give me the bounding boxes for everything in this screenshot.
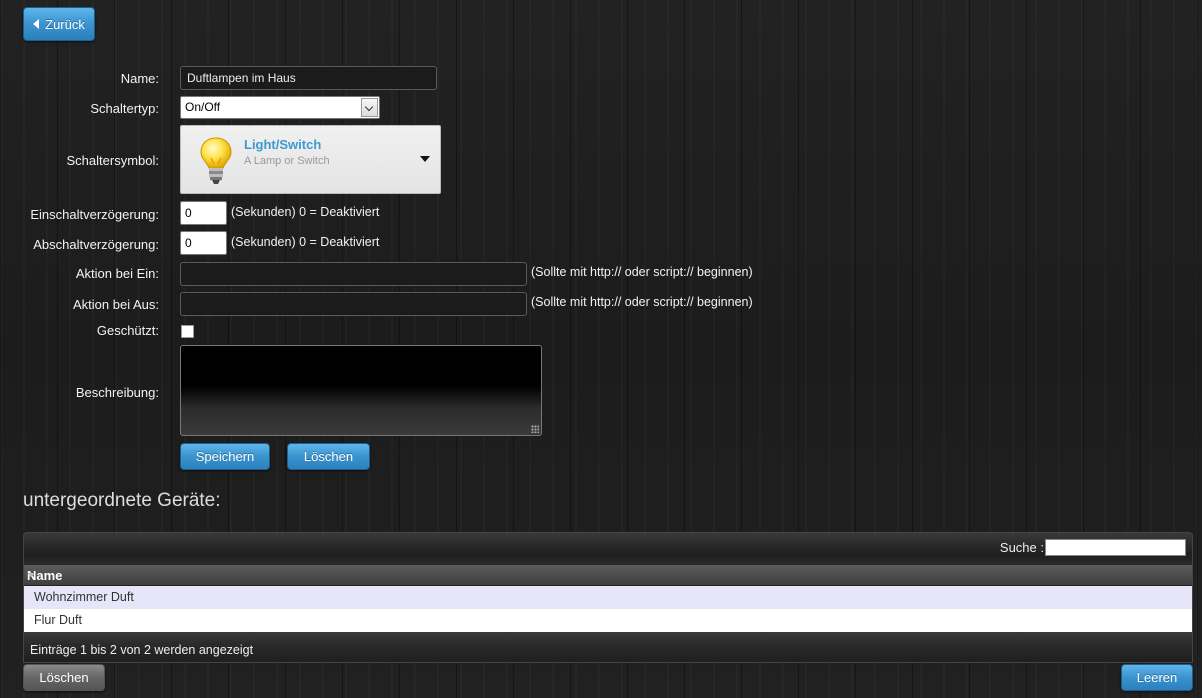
name-label: Name: [120,71,159,86]
off-delay-input[interactable]: 0 [180,231,227,255]
table-toolbar: Suche : [24,533,1192,565]
switch-icon-subtitle: A Lamp or Switch [244,155,330,167]
description-textarea[interactable] [180,345,542,436]
off-delay-hint: (Sekunden) 0 = Deaktiviert [231,235,380,249]
table-row[interactable]: Wohnzimmer Duft [24,586,1192,609]
search-label: Suche : [999,540,1044,555]
action-on-input[interactable] [180,262,527,286]
column-header-name[interactable]: Name [24,565,1192,586]
resize-grip-icon[interactable] [531,425,539,433]
action-off-hint: (Sollte mit http:// oder script:// begin… [531,295,753,309]
off-delay-label: Abschaltverzögerung: [33,237,159,252]
clear-button[interactable]: Leeren [1121,664,1193,691]
on-delay-label: Einschaltverzögerung: [30,207,159,222]
child-devices-table: Suche : Name Wohnzimmer Duft Flur Duft E… [23,532,1193,663]
description-label: Beschreibung: [75,385,159,400]
switch-type-label: Schaltertyp: [90,101,159,116]
action-on-hint: (Sollte mit http:// oder script:// begin… [531,265,753,279]
on-delay-input[interactable]: 0 [180,201,227,225]
protected-label: Geschützt: [96,323,159,338]
caret-down-icon [420,156,430,162]
switch-icon-label: Schaltersymbol: [66,153,159,168]
chevron-down-icon[interactable] [361,98,378,117]
back-button-label: Zurück [45,16,85,32]
action-off-label: Aktion bei Aus: [73,297,159,312]
save-button[interactable]: Speichern [180,443,270,470]
table-footer: Einträge 1 bis 2 von 2 werden angezeigt [24,632,1192,662]
name-input[interactable]: Duftlampen im Haus [180,66,437,90]
on-delay-hint: (Sekunden) 0 = Deaktiviert [231,205,380,219]
switch-type-value: On/Off [185,100,221,114]
switch-icon-title: Light/Switch [244,137,322,152]
action-on-label: Aktion bei Ein: [75,266,159,281]
delete-button[interactable]: Löschen [287,443,370,470]
table-row[interactable]: Flur Duft [24,609,1192,632]
switch-icon-dropdown[interactable]: Light/Switch A Lamp or Switch [180,125,441,194]
delete-children-button[interactable]: Löschen [23,664,105,691]
action-off-input[interactable] [180,292,527,316]
sort-down-icon [27,573,35,577]
table-info: Einträge 1 bis 2 von 2 werden angezeigt [30,643,254,657]
lightbulb-icon [200,137,232,184]
back-button[interactable]: Zurück [23,7,95,41]
search-input[interactable] [1045,539,1186,556]
protected-checkbox[interactable] [181,325,194,338]
back-arrow-icon [33,19,40,30]
child-devices-title: untergeordnete Geräte: [23,490,221,511]
switch-type-select[interactable]: On/Off [180,96,380,119]
